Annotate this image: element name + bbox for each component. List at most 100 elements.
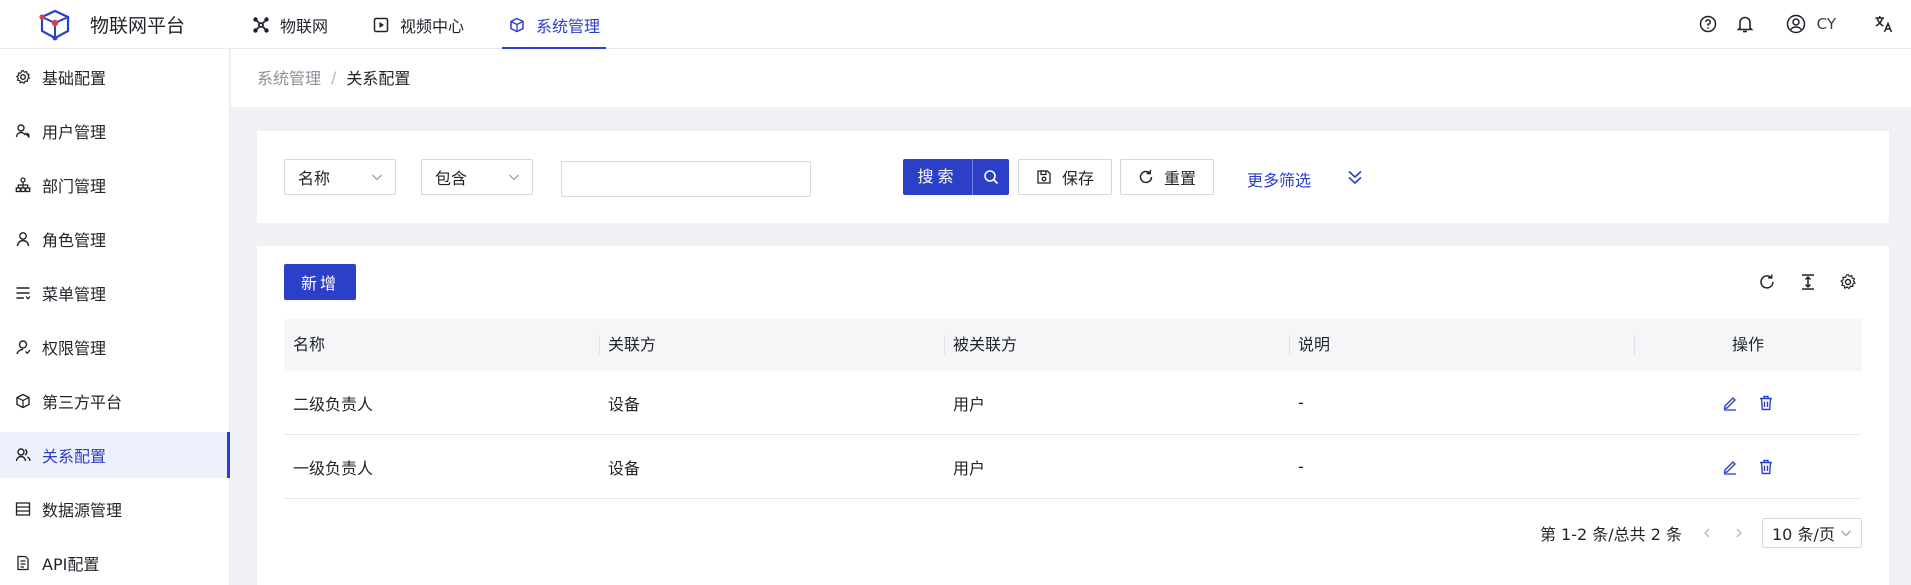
sidebar-item-label: 数据源管理: [42, 501, 123, 520]
sidebar: 基础配置 用户管理 部门管理 角色管理 菜单管理 权限管理 第三方平台 关系配置…: [0, 49, 230, 585]
page-size-select[interactable]: 10 条/页: [1762, 518, 1862, 548]
user-menu[interactable]: CY: [1785, 13, 1836, 35]
system-icon: [508, 16, 526, 34]
save-icon: [1036, 169, 1052, 185]
filter-panel: 名称 包含 搜索 保存 重置 更多筛选: [257, 131, 1889, 223]
sidebar-item-datasource-management[interactable]: 数据源管理: [0, 486, 230, 532]
edit-icon[interactable]: [1721, 394, 1739, 412]
breadcrumb-parent[interactable]: 系统管理: [257, 65, 321, 89]
column-header-target: 被关联方: [944, 319, 1289, 371]
gear-icon: [14, 68, 32, 86]
table-row: 二级负责人 设备 用户 -: [284, 371, 1862, 435]
edit-icon[interactable]: [1721, 458, 1739, 476]
column-header-source: 关联方: [599, 319, 944, 371]
topnav-video-center[interactable]: 视频中心: [372, 0, 464, 49]
sidebar-item-permission-management[interactable]: 权限管理: [0, 324, 230, 370]
api-icon: [14, 554, 32, 572]
topnav-system-label: 系统管理: [536, 16, 601, 36]
cell-actions: [1634, 394, 1862, 412]
sidebar-item-third-party-platform[interactable]: 第三方平台: [0, 378, 230, 424]
topnav-iot-label: 物联网: [280, 16, 329, 36]
search-icon: [973, 159, 1009, 195]
sidebar-item-menu-management[interactable]: 菜单管理: [0, 270, 230, 316]
user-name: CY: [1816, 15, 1836, 33]
chevron-down-icon: [372, 174, 382, 181]
cell-name: 二级负责人: [293, 394, 374, 414]
sidebar-item-basic-config[interactable]: 基础配置: [0, 54, 230, 100]
pagination-summary: 第 1-2 条/总共 2 条: [1539, 525, 1682, 544]
iot-icon: [252, 16, 270, 34]
menu-icon: [14, 284, 32, 302]
breadcrumb-current: 关系配置: [346, 69, 411, 88]
topnav-iot[interactable]: 物联网: [252, 0, 328, 49]
relation-table: 名称 关联方 被关联方 说明 操作 二级负责人 设备 用户 - 一级负责人 设备…: [284, 319, 1862, 499]
column-header-description: 说明: [1289, 319, 1634, 371]
sidebar-item-role-management[interactable]: 角色管理: [0, 216, 230, 262]
brand[interactable]: 物联网平台: [38, 6, 185, 43]
cell-actions: [1634, 458, 1862, 476]
chevron-down-icon: [509, 174, 519, 181]
double-chevron-down-icon[interactable]: [1346, 168, 1364, 186]
delete-trash-icon[interactable]: [1757, 458, 1775, 476]
refresh-icon[interactable]: [1757, 272, 1777, 292]
operator-select-value: 包含: [435, 169, 468, 188]
column-height-icon[interactable]: [1798, 272, 1818, 292]
sidebar-item-label: 用户管理: [42, 123, 107, 142]
sidebar-item-api-config[interactable]: API配置: [0, 540, 230, 585]
next-page-icon[interactable]: [1732, 526, 1746, 540]
help-icon[interactable]: [1697, 13, 1719, 35]
delete-trash-icon[interactable]: [1757, 394, 1775, 412]
department-icon: [14, 176, 32, 194]
reset-button-label: 重置: [1163, 169, 1196, 188]
column-header-name: 名称: [293, 335, 326, 354]
save-button-label: 保存: [1061, 169, 1094, 188]
table-header: 名称 关联方 被关联方 说明 操作: [284, 319, 1862, 371]
keyword-input[interactable]: [561, 161, 811, 197]
sidebar-item-label: 菜单管理: [42, 285, 107, 304]
top-header: 物联网平台 物联网 视频中心 系统管理 CY: [0, 0, 1911, 49]
cell-target: 用户: [953, 394, 986, 414]
sidebar-item-label: 权限管理: [42, 339, 107, 358]
sidebar-item-label: 部门管理: [42, 177, 107, 196]
operator-select[interactable]: 包含: [421, 159, 533, 195]
pagination: 第 1-2 条/总共 2 条 10 条/页: [1540, 518, 1862, 548]
app-title: 物联网平台: [90, 15, 186, 37]
user-manage-icon: [14, 122, 32, 140]
cell-target: 用户: [953, 458, 986, 478]
notification-bell-icon[interactable]: [1734, 13, 1756, 35]
table-row: 一级负责人 设备 用户 -: [284, 435, 1862, 499]
page-size-value: 10 条/页: [1772, 525, 1835, 544]
sidebar-item-label: 角色管理: [42, 231, 107, 250]
save-button[interactable]: 保存: [1018, 159, 1112, 195]
reset-button[interactable]: 重置: [1120, 159, 1214, 195]
more-filters-link[interactable]: 更多筛选: [1247, 167, 1311, 191]
settings-gear-icon[interactable]: [1838, 272, 1858, 292]
field-select[interactable]: 名称: [284, 159, 396, 195]
permission-icon: [14, 338, 32, 356]
cell-name: 一级负责人: [293, 458, 374, 478]
search-button-label: 搜索: [903, 159, 973, 195]
logo-cube-icon: [39, 9, 70, 40]
user-avatar-icon: [1785, 13, 1807, 35]
third-party-icon: [14, 392, 32, 410]
sidebar-item-label: 基础配置: [42, 69, 107, 88]
topnav-system-management[interactable]: 系统管理: [502, 0, 607, 49]
video-icon: [372, 16, 390, 34]
language-translate-icon[interactable]: [1873, 13, 1895, 35]
add-button[interactable]: 新增: [284, 264, 356, 300]
cell-source: 设备: [608, 394, 641, 414]
breadcrumb-separator: /: [331, 67, 337, 87]
cell-description: -: [1298, 393, 1304, 412]
refresh-icon: [1138, 169, 1154, 185]
sidebar-item-user-management[interactable]: 用户管理: [0, 108, 230, 154]
sidebar-item-label: 第三方平台: [42, 393, 123, 412]
sidebar-item-department-management[interactable]: 部门管理: [0, 162, 230, 208]
column-header-actions: 操作: [1634, 319, 1862, 371]
field-select-value: 名称: [298, 169, 331, 188]
prev-page-icon[interactable]: [1700, 526, 1714, 540]
sidebar-item-relation-config[interactable]: 关系配置: [0, 432, 230, 478]
search-button[interactable]: 搜索: [903, 159, 1009, 195]
cell-source: 设备: [608, 458, 641, 478]
relation-icon: [14, 446, 32, 464]
sidebar-item-label: API配置: [42, 555, 100, 574]
